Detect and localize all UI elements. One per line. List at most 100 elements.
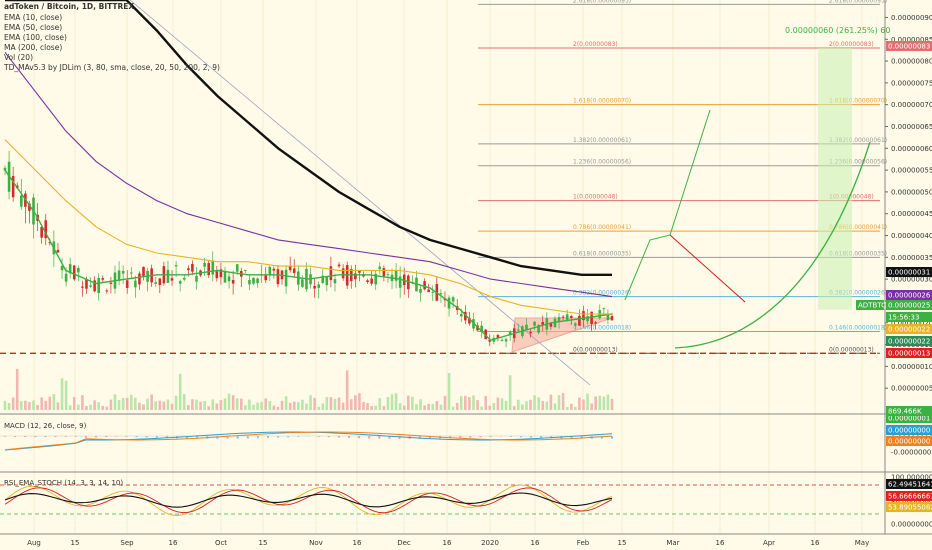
macd-histogram-bar xyxy=(4,436,6,437)
volume-bar xyxy=(125,397,129,410)
time-tick-label: 16 xyxy=(169,539,178,547)
legend-td[interactable]: TD_MAv5.3 by JDLim (3, 80, sma, close, 2… xyxy=(4,63,220,72)
rsi-title[interactable]: RSI_EMA_STOCH (14, 3, 3, 14, 10) xyxy=(4,479,123,487)
volume-bar xyxy=(77,404,80,410)
volume-bar xyxy=(288,402,292,410)
volume-bar xyxy=(7,403,11,410)
candle-body xyxy=(602,308,606,310)
volume-bar xyxy=(244,405,247,410)
volume-bar xyxy=(419,399,422,410)
volume-bar xyxy=(284,396,288,410)
macd-histogram-bar xyxy=(54,436,57,438)
chart-title[interactable]: adToken / Bitcoin, 1D, BITTREX xyxy=(4,2,134,11)
volume-bar xyxy=(492,403,496,410)
volume-bar xyxy=(117,400,121,410)
candle-body xyxy=(56,249,60,253)
volume-bar xyxy=(480,406,483,410)
macd-badge-text: 0.00000000 xyxy=(888,438,930,446)
fib-label: 0(0.00000013) xyxy=(573,346,618,353)
candle-body xyxy=(81,286,84,288)
volume-bar xyxy=(423,405,426,410)
volume-bar xyxy=(268,401,272,410)
volume-bar xyxy=(398,403,402,410)
volume-bar xyxy=(464,395,467,410)
legend-ema50[interactable]: EMA (50, close) xyxy=(4,23,62,32)
volume-bar xyxy=(533,395,536,410)
time-tick-label: 2020 xyxy=(481,539,499,547)
legend-ma200[interactable]: MA (200, close) xyxy=(4,43,62,52)
volume-bar xyxy=(390,394,394,410)
fib-label-right: 0.146(0.00000018) xyxy=(829,324,887,331)
volume-bar xyxy=(443,395,447,410)
volume-bar xyxy=(549,394,553,410)
candle-body xyxy=(231,279,235,284)
volume-bar xyxy=(476,400,479,410)
volume-bar xyxy=(345,370,349,410)
volume-bar xyxy=(15,368,19,410)
volume-bar xyxy=(586,393,589,410)
legend-volume[interactable]: Vol (20) xyxy=(4,53,33,62)
volume-bar xyxy=(28,402,31,410)
candle-body xyxy=(398,276,402,288)
volume-bar xyxy=(411,396,414,410)
time-tick-label: 16 xyxy=(811,539,820,547)
volume-bar xyxy=(52,394,56,410)
volume-bar xyxy=(248,399,251,410)
time-tick-label: Mar xyxy=(666,539,679,547)
candle-body xyxy=(89,285,92,287)
macd-histogram-bar xyxy=(14,436,17,437)
candle-body xyxy=(101,278,105,280)
fib-label: 0.618(0.00000035) xyxy=(573,250,631,257)
macd-histogram-bar xyxy=(24,436,27,438)
volume-bar xyxy=(109,399,113,410)
price-tick-label: 0.00000070 xyxy=(891,101,932,109)
volume-bar xyxy=(85,406,88,410)
macd-histogram-bar xyxy=(95,436,98,438)
rsi-tick: 0.00000000 xyxy=(891,521,932,529)
candle-body xyxy=(272,268,276,271)
candle-body xyxy=(3,167,7,171)
fib-label-right: 2.618(0.00000093) xyxy=(829,0,887,4)
time-tick-label: 16 xyxy=(353,539,362,547)
candle-body xyxy=(459,313,463,317)
volume-bar xyxy=(484,395,488,410)
volume-bar xyxy=(203,400,206,410)
volume-bar xyxy=(451,406,455,410)
volume-bar xyxy=(68,405,72,410)
candle-body xyxy=(317,284,320,288)
legend-ema100[interactable]: EMA (100, close) xyxy=(4,33,67,42)
legend-ema10[interactable]: EMA (10, close) xyxy=(4,13,62,22)
price-badge-text: 0.00000083 xyxy=(888,43,930,51)
macd-histogram-bar xyxy=(469,436,472,438)
volume-bar xyxy=(525,401,528,410)
volume-bar xyxy=(610,398,614,410)
time-tick-label: 16 xyxy=(531,539,540,547)
volume-bar xyxy=(101,405,105,410)
price-badge-text: 0.00000026 xyxy=(888,292,931,300)
macd-title[interactable]: MACD (12, 26, close, 9) xyxy=(4,422,86,430)
macd-histogram-bar xyxy=(34,436,37,438)
candle-body xyxy=(77,267,80,273)
price-badge-text: 869.466K xyxy=(888,408,922,416)
fib-label-right: 0(0.00000013) xyxy=(829,346,874,353)
volume-bar xyxy=(594,396,598,410)
candle-body xyxy=(431,291,435,293)
macd-histogram-bar xyxy=(297,436,300,437)
volume-bar xyxy=(89,404,92,410)
candle-body xyxy=(203,262,206,267)
price-tick-label: 0.00000060 xyxy=(891,145,932,153)
candle-body xyxy=(227,276,231,282)
price-tick-label: 0.00000010 xyxy=(891,363,932,371)
volume-bar xyxy=(227,393,231,410)
price-badge-text: 0.00000013 xyxy=(888,350,930,358)
volume-bar xyxy=(297,402,300,410)
fib-label: 1.618(0.00000070) xyxy=(573,98,631,105)
volume-bar xyxy=(496,397,500,410)
candle-body xyxy=(129,272,133,274)
volume-bar xyxy=(187,405,190,410)
volume-bar xyxy=(93,400,96,410)
candle-body xyxy=(569,316,573,318)
volume-bar xyxy=(105,406,109,410)
candle-body xyxy=(182,277,186,280)
candle-body xyxy=(517,329,520,331)
